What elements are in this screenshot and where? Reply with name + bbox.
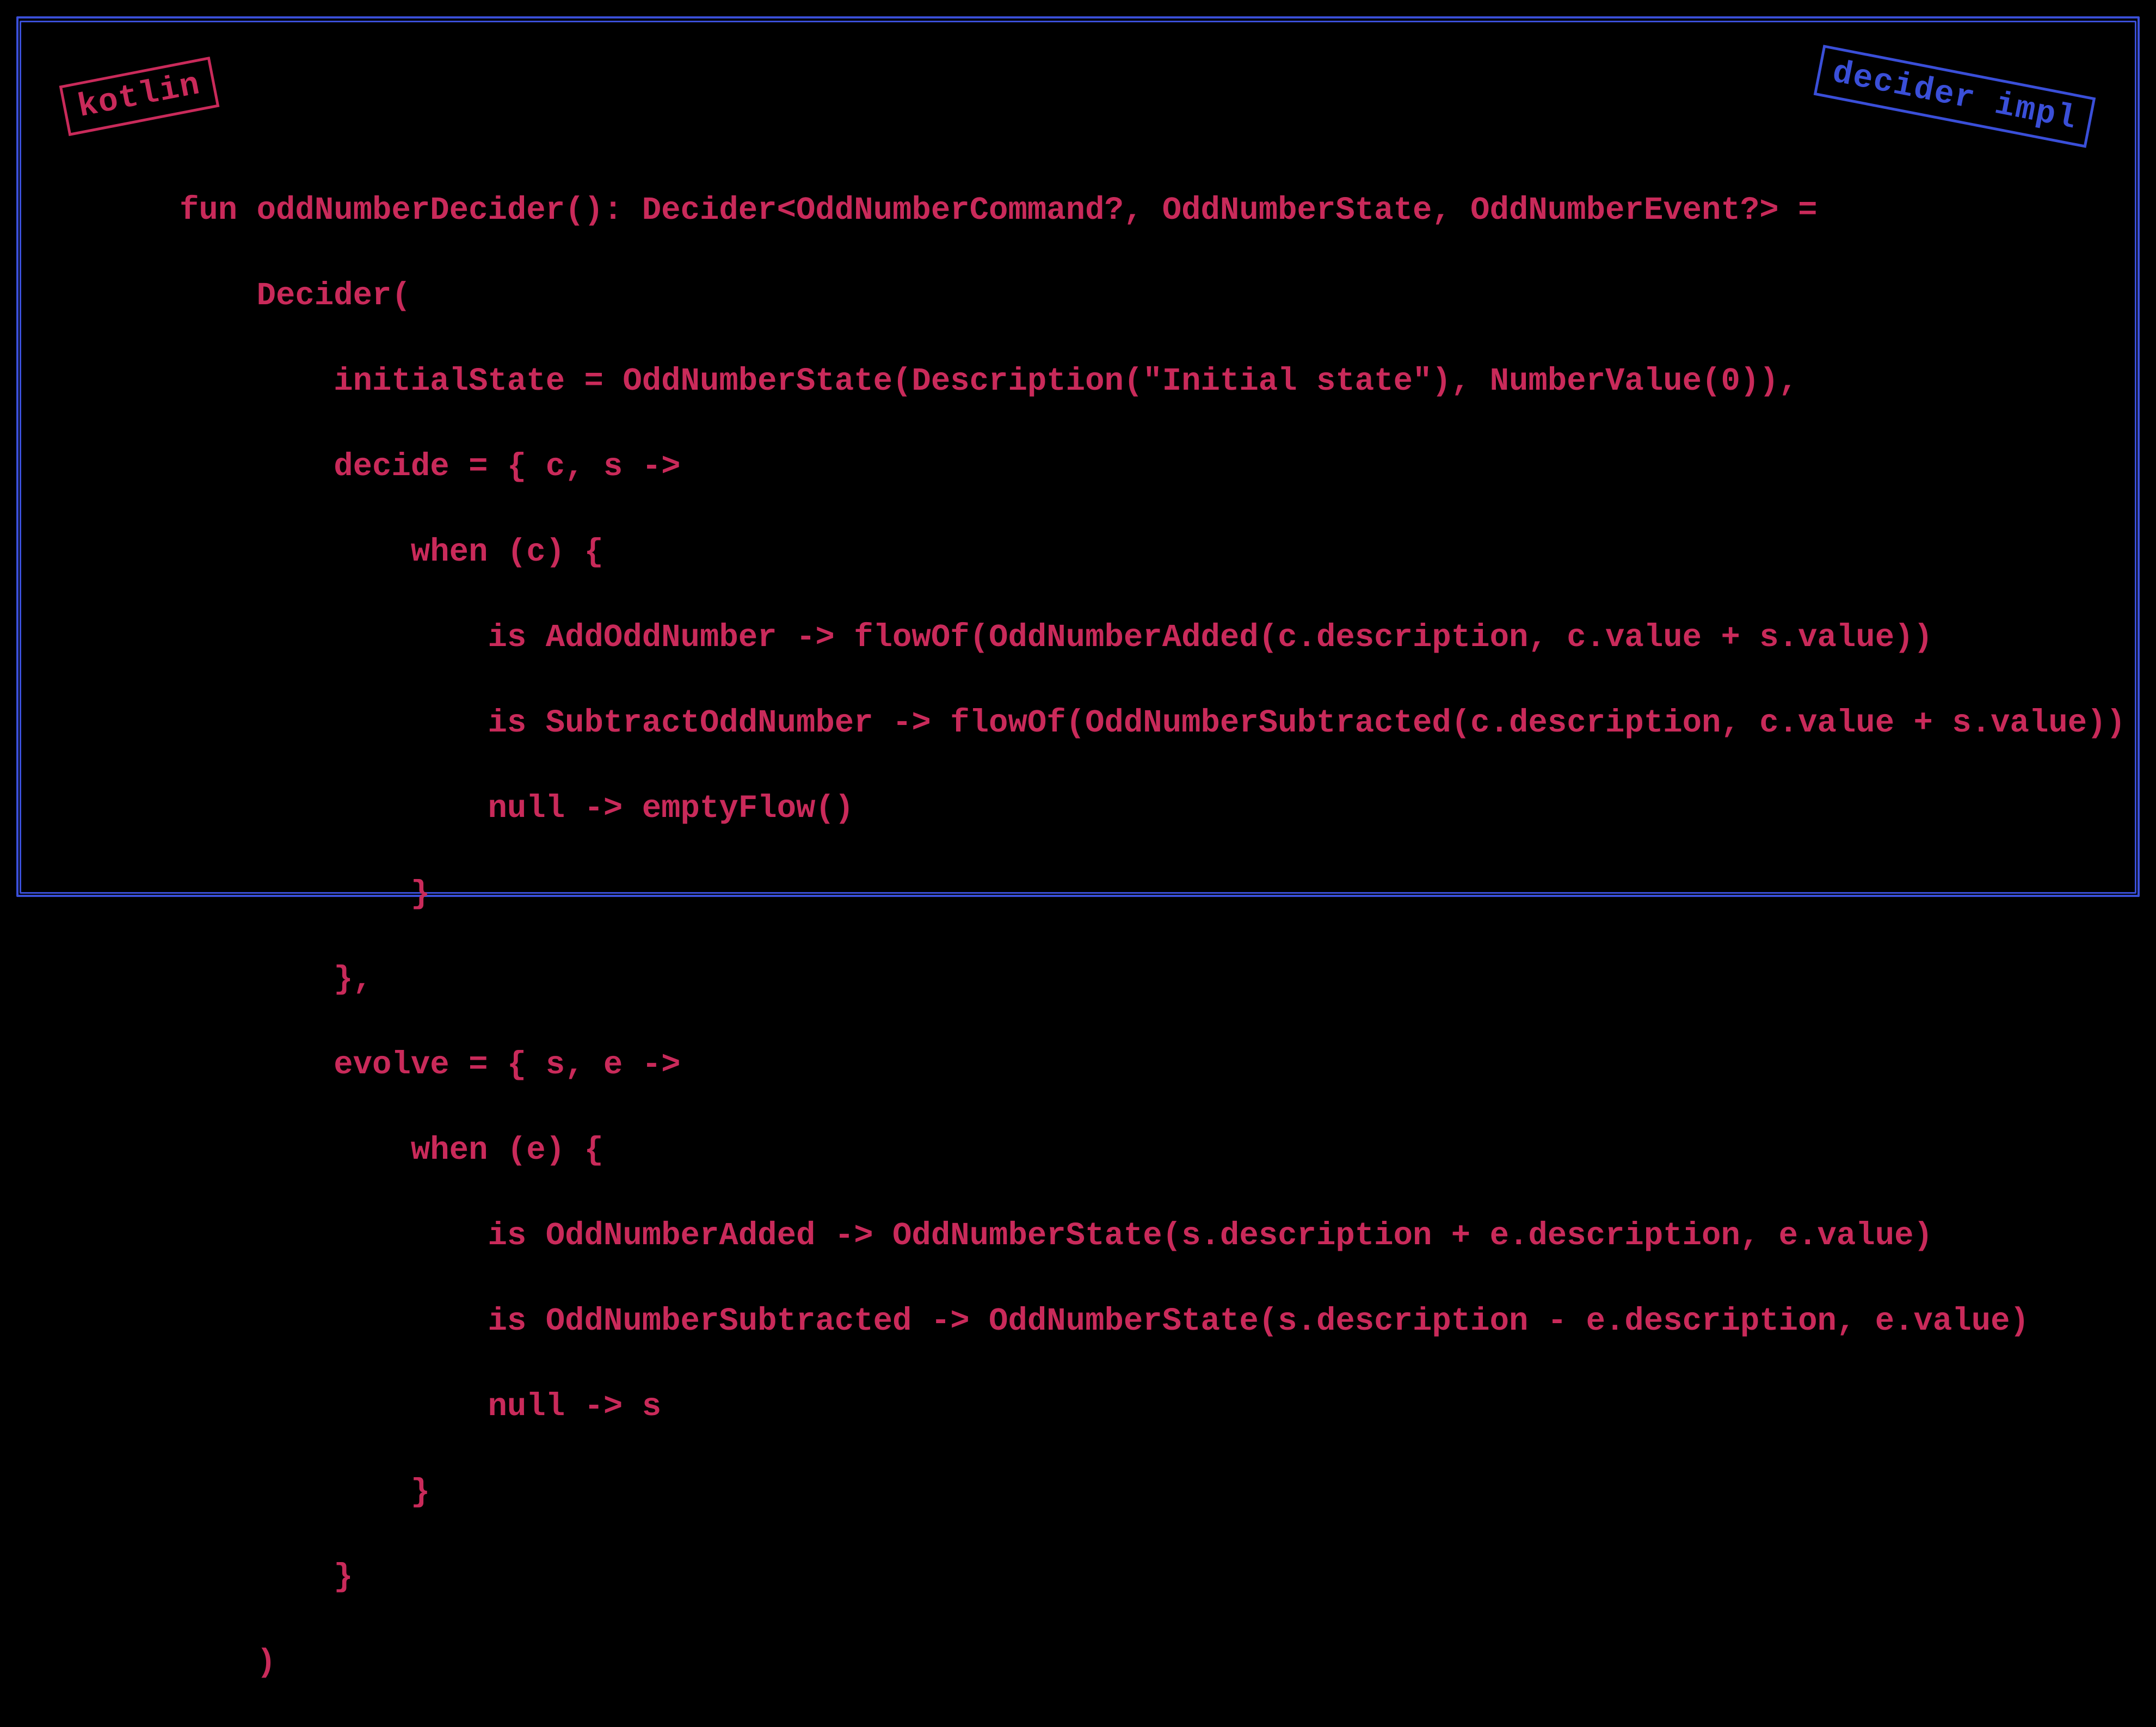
- code-line: initialState = OddNumberState(Descriptio…: [180, 360, 2126, 403]
- code-line: }: [180, 873, 2126, 915]
- code-line: null -> s: [180, 1386, 2126, 1428]
- code-line: is OddNumberSubtracted -> OddNumberState…: [180, 1300, 2126, 1343]
- code-line: fun oddNumberDecider(): Decider<OddNumbe…: [180, 189, 2126, 232]
- code-line: }: [180, 1556, 2126, 1599]
- code-line: evolve = { s, e ->: [180, 1044, 2126, 1086]
- code-line: },: [180, 958, 2126, 1001]
- code-snippet: fun oddNumberDecider(): Decider<OddNumbe…: [180, 147, 2126, 1727]
- code-line: decide = { c, s ->: [180, 446, 2126, 488]
- code-line: when (c) {: [180, 531, 2126, 574]
- code-line: is SubtractOddNumber -> flowOf(OddNumber…: [180, 702, 2126, 745]
- code-line: ): [180, 1642, 2126, 1684]
- code-line: null -> emptyFlow(): [180, 788, 2126, 830]
- code-line: Decider(: [180, 275, 2126, 317]
- code-line: }: [180, 1471, 2126, 1514]
- code-line: is AddOddNumber -> flowOf(OddNumberAdded…: [180, 617, 2126, 659]
- code-line: is OddNumberAdded -> OddNumberState(s.de…: [180, 1215, 2126, 1257]
- code-line: when (e) {: [180, 1129, 2126, 1172]
